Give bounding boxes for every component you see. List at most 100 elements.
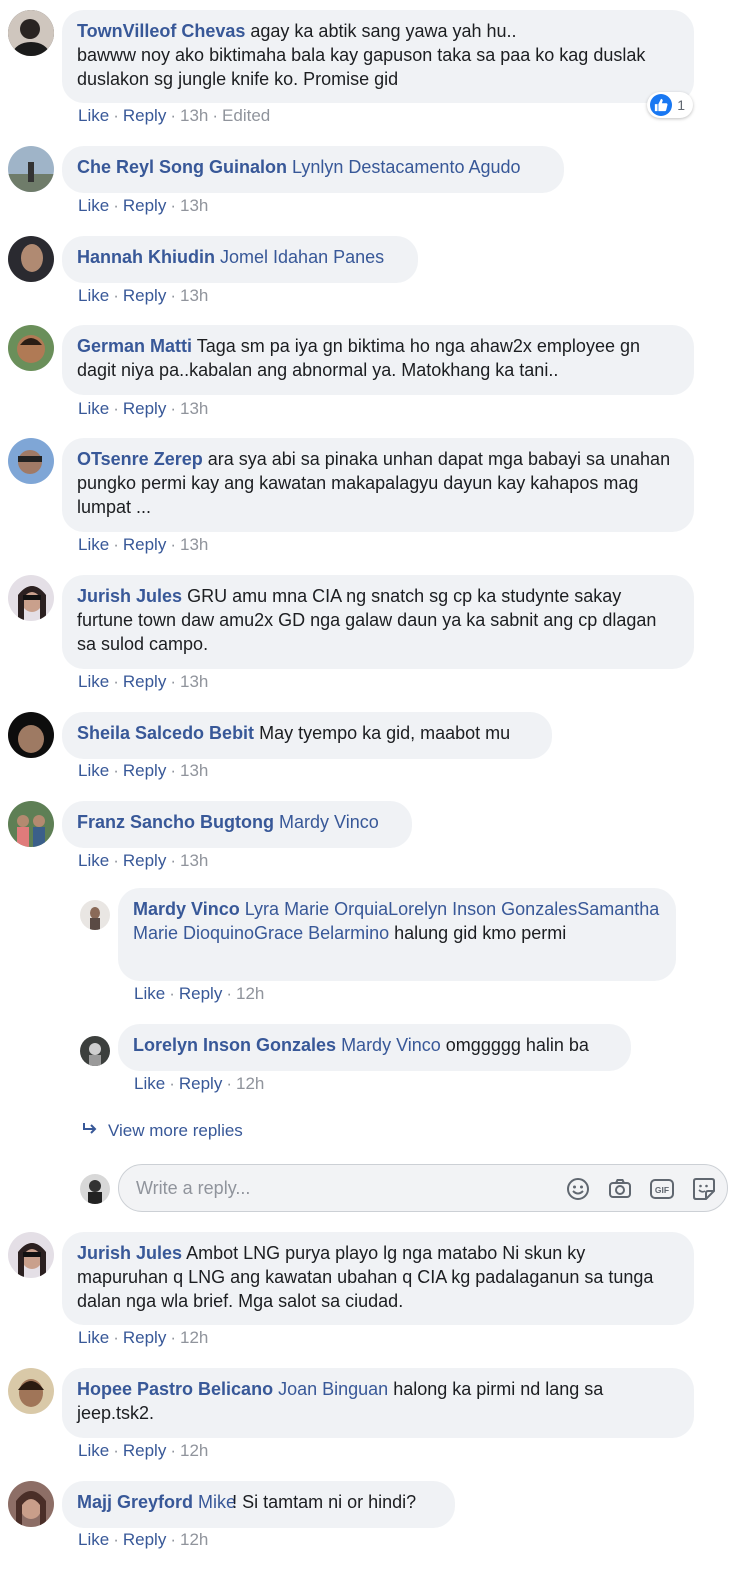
- timestamp[interactable]: 13h: [180, 535, 208, 554]
- reply-button[interactable]: Reply: [123, 399, 166, 418]
- comment-bubble: German Matti Taga sm pa iya gn biktima h…: [62, 325, 694, 395]
- author-name[interactable]: Che Reyl Song Guinalon: [77, 157, 287, 177]
- avatar[interactable]: [8, 236, 54, 282]
- like-button[interactable]: Like: [134, 984, 165, 1003]
- author-name[interactable]: German Matti: [77, 336, 192, 356]
- timestamp[interactable]: 13h: [180, 399, 208, 418]
- comment-text: omggggg halin ba: [445, 1035, 589, 1055]
- author-name[interactable]: Mardy Vinco: [133, 899, 240, 919]
- comment-actions: Like · Reply · 12h: [78, 1328, 209, 1347]
- reply-button[interactable]: Reply: [123, 1441, 166, 1460]
- author-name[interactable]: Hannah Khiudin: [77, 247, 215, 267]
- avatar[interactable]: [8, 438, 54, 484]
- timestamp[interactable]: 13h: [180, 286, 208, 305]
- reaction-number: 1: [677, 97, 685, 113]
- reply-button[interactable]: Reply: [123, 761, 166, 780]
- like-button[interactable]: Like: [134, 1074, 165, 1093]
- reply-button[interactable]: Reply: [123, 1328, 166, 1347]
- avatar[interactable]: [8, 1481, 54, 1527]
- avatar[interactable]: [8, 1232, 54, 1278]
- reply-button[interactable]: Reply: [179, 984, 222, 1003]
- timestamp[interactable]: 13h: [180, 761, 208, 780]
- like-button[interactable]: Like: [78, 851, 109, 870]
- reply-button[interactable]: Reply: [123, 535, 166, 554]
- comment-bubble: OTsenre Zerep ara sya abi sa pinaka unha…: [62, 438, 694, 532]
- timestamp[interactable]: 12h: [236, 984, 264, 1003]
- like-button[interactable]: Like: [78, 286, 109, 305]
- avatar[interactable]: [8, 575, 54, 621]
- tagged-user[interactable]: Lynlyn Destacamento Agudo: [292, 157, 520, 177]
- comment-actions: Like · Reply · 13h: [78, 196, 209, 215]
- avatar[interactable]: [8, 325, 54, 371]
- author-name[interactable]: Sheila Salcedo Bebit: [77, 723, 254, 743]
- reply-button[interactable]: Reply: [123, 106, 166, 125]
- comment-bubble: Franz Sancho Bugtong Mardy Vinco: [62, 801, 412, 848]
- reply-button[interactable]: Reply: [179, 1074, 222, 1093]
- reply-bubble: Mardy Vinco Lyra Marie OrquiaLorelyn Ins…: [118, 888, 676, 981]
- timestamp[interactable]: 13h: [180, 106, 208, 125]
- like-button[interactable]: Like: [78, 399, 109, 418]
- timestamp[interactable]: 13h: [180, 196, 208, 215]
- reply-arrow-icon: [82, 1121, 100, 1141]
- comment-actions: Like · Reply · 12h: [134, 984, 265, 1003]
- author-name[interactable]: Jurish Jules: [77, 586, 182, 606]
- like-button[interactable]: Like: [78, 1530, 109, 1549]
- like-button[interactable]: Like: [78, 196, 109, 215]
- author-name[interactable]: OTsenre Zerep: [77, 449, 203, 469]
- view-more-replies[interactable]: View more replies: [82, 1121, 243, 1141]
- comment-actions: Like · Reply · 13h: [78, 286, 209, 305]
- timestamp[interactable]: 12h: [180, 1328, 208, 1347]
- comment-text: May tyempo ka gid, maabot mu: [259, 723, 511, 743]
- avatar[interactable]: [8, 146, 54, 192]
- sticker-icon[interactable]: [691, 1176, 717, 1202]
- timestamp[interactable]: 12h: [180, 1441, 208, 1460]
- author-name[interactable]: Majj Greyford: [77, 1492, 193, 1512]
- like-button[interactable]: Like: [78, 1441, 109, 1460]
- avatar[interactable]: [8, 10, 54, 56]
- like-button[interactable]: Like: [78, 106, 109, 125]
- like-button[interactable]: Like: [78, 761, 109, 780]
- avatar[interactable]: [80, 900, 110, 930]
- tagged-user[interactable]: Mike: [198, 1492, 236, 1512]
- avatar[interactable]: [8, 1368, 54, 1414]
- comment-actions: Like · Reply · 13h: [78, 672, 209, 691]
- comment-actions: Like · Reply · 12h: [78, 1441, 209, 1460]
- like-icon: [650, 94, 673, 116]
- edited-label[interactable]: Edited: [222, 106, 270, 125]
- comment-actions: Like · Reply · 13h: [78, 535, 209, 554]
- timestamp[interactable]: 13h: [180, 851, 208, 870]
- reply-button[interactable]: Reply: [123, 196, 166, 215]
- emoji-icon[interactable]: [565, 1176, 591, 1202]
- avatar[interactable]: [8, 801, 54, 847]
- like-button[interactable]: Like: [78, 1328, 109, 1347]
- reply-button[interactable]: Reply: [123, 1530, 166, 1549]
- like-button[interactable]: Like: [78, 672, 109, 691]
- tagged-user[interactable]: Mardy Vinco: [279, 812, 379, 832]
- comment-text: ! Si tamtam ni or hindi?: [232, 1492, 417, 1512]
- avatar[interactable]: [8, 712, 54, 758]
- timestamp[interactable]: 12h: [180, 1530, 208, 1549]
- reaction-count[interactable]: 1: [647, 92, 693, 118]
- camera-icon[interactable]: [607, 1176, 633, 1202]
- timestamp[interactable]: 12h: [236, 1074, 264, 1093]
- tagged-user[interactable]: Mardy Vinco: [341, 1035, 441, 1055]
- author-name[interactable]: Franz Sancho Bugtong: [77, 812, 274, 832]
- avatar[interactable]: [80, 1036, 110, 1066]
- tagged-user[interactable]: Jomel Idahan Panes: [220, 247, 384, 267]
- tagged-user[interactable]: Joan Binguan: [278, 1379, 388, 1399]
- reply-button[interactable]: Reply: [123, 286, 166, 305]
- comment-actions: Like · Reply · 12h: [134, 1074, 265, 1093]
- gif-icon[interactable]: GIF: [649, 1176, 675, 1202]
- reply-input[interactable]: [134, 1177, 538, 1200]
- timestamp[interactable]: 13h: [180, 672, 208, 691]
- author-name[interactable]: Jurish Jules: [77, 1243, 182, 1263]
- author-name[interactable]: Hopee Pastro Belicano: [77, 1379, 273, 1399]
- comment-actions: Like · Reply · 12h: [78, 1530, 209, 1549]
- reply-button[interactable]: Reply: [123, 851, 166, 870]
- comment-actions: Like · Reply · 13h: [78, 761, 209, 780]
- like-button[interactable]: Like: [78, 535, 109, 554]
- author-name[interactable]: TownVilleof Chevas: [77, 21, 245, 41]
- reply-button[interactable]: Reply: [123, 672, 166, 691]
- author-name[interactable]: Lorelyn Inson Gonzales: [133, 1035, 336, 1055]
- comment-bubble: Jurish Jules Ambot LNG purya playo lg ng…: [62, 1232, 694, 1325]
